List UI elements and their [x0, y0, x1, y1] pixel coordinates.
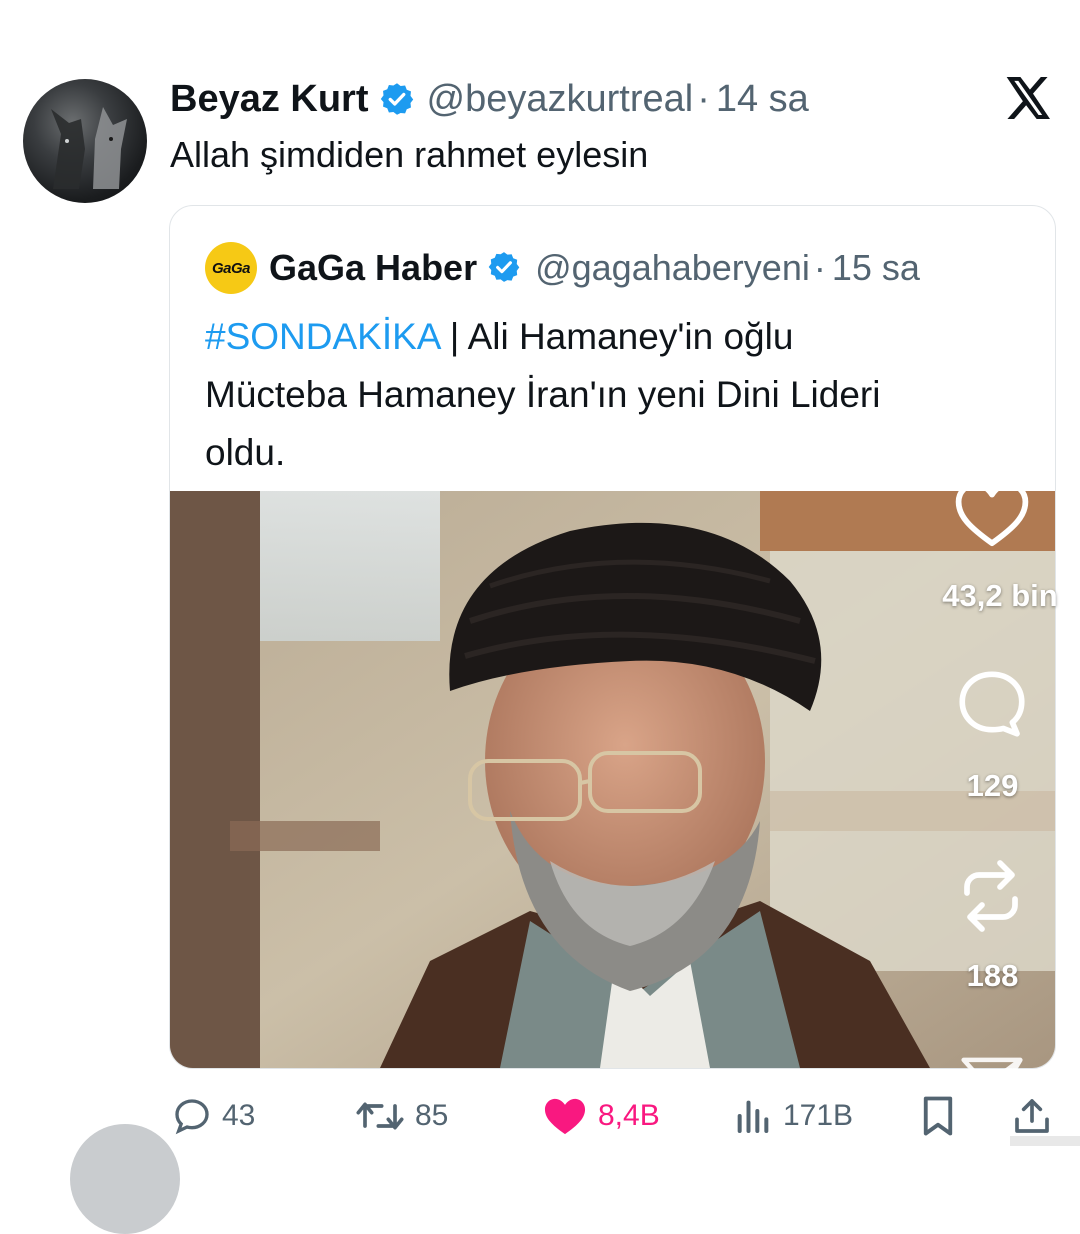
tweet-header: Beyaz Kurt @beyazkurtreal · 14 sa: [170, 76, 809, 122]
separator: ·: [813, 247, 826, 288]
repost-count: 85: [415, 1099, 449, 1132]
next-tweet-avatar[interactable]: [70, 1124, 180, 1234]
x-logo-icon: [1006, 77, 1050, 119]
bookmark-button[interactable]: [920, 1088, 966, 1144]
quote-text-line2: Mücteba Hamaney İran'ın yeni Dini Lideri: [205, 374, 881, 415]
heart-filled-icon: [544, 1098, 586, 1135]
author-handle[interactable]: @beyazkurtreal: [427, 78, 694, 121]
upload-icon: [1015, 1099, 1049, 1133]
quote-text: #SONDAKİKA | Ali Hamaney'in oğlu Mücteba…: [205, 308, 1025, 482]
quote-photo[interactable]: [170, 491, 1055, 1068]
quoted-tweet[interactable]: GaGa GaGa Haber @gagahaberyeni · 15 sa #…: [169, 205, 1056, 1069]
repost-button[interactable]: 85: [355, 1088, 448, 1144]
verified-badge-icon: [487, 250, 523, 286]
verified-badge-icon: [379, 81, 415, 117]
reply-count: 43: [222, 1099, 256, 1132]
like-button[interactable]: 8,4B: [542, 1088, 660, 1144]
views-button[interactable]: 171B: [733, 1088, 853, 1144]
side-repost-count: 188: [966, 958, 1019, 993]
divider: [1010, 1136, 1080, 1146]
repost-icon[interactable]: [955, 855, 1027, 937]
comment-icon[interactable]: [954, 668, 1030, 740]
separator: ·: [697, 77, 710, 120]
quote-time[interactable]: 15 sa: [832, 247, 920, 289]
quote-avatar[interactable]: GaGa: [205, 242, 257, 294]
side-like-count: 43,2 bin: [942, 578, 1058, 613]
reply-icon: [175, 1099, 209, 1135]
tweet-text: Allah şimdiden rahmet eylesin: [170, 134, 649, 175]
author-name[interactable]: Beyaz Kurt: [170, 78, 369, 121]
repost-icon: [356, 1102, 404, 1130]
view-count: 171B: [783, 1099, 854, 1132]
quote-author-name[interactable]: GaGa Haber: [269, 247, 477, 289]
author-avatar[interactable]: [23, 79, 147, 203]
reply-button[interactable]: 43: [172, 1088, 255, 1144]
quote-text-line1: | Ali Hamaney'in oğlu: [439, 316, 794, 357]
views-icon: [737, 1100, 769, 1133]
tweet-time[interactable]: 14 sa: [716, 78, 809, 121]
quote-author-handle[interactable]: @gagahaberyeni: [535, 247, 810, 289]
quote-avatar-logo: GaGa: [211, 259, 251, 277]
tweet-action-bar: 43 85 8,4B 171B: [0, 1088, 1080, 1144]
quote-text-line3: oldu.: [205, 432, 286, 473]
bookmark-icon: [923, 1096, 953, 1136]
hashtag-link[interactable]: #SONDAKİKA: [205, 316, 439, 357]
side-comment-count: 129: [966, 768, 1019, 803]
like-count: 8,4B: [598, 1099, 660, 1132]
heart-icon[interactable]: [953, 478, 1031, 548]
quote-header: GaGa GaGa Haber @gagahaberyeni · 15 sa: [205, 242, 920, 294]
